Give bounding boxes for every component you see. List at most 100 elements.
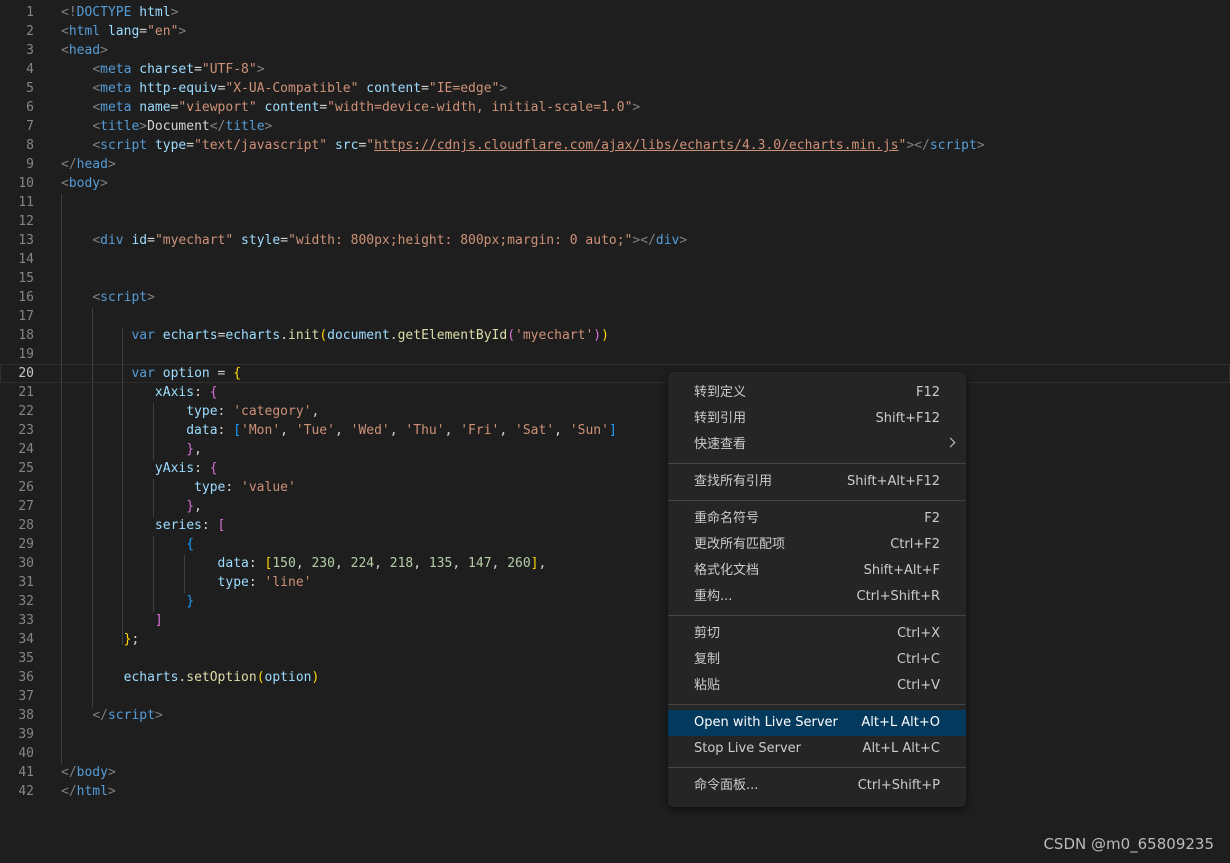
code-line[interactable]: 4 <meta charset="UTF-8"> [0,60,1230,79]
code-line[interactable]: 40 [0,744,1230,763]
code-line[interactable]: 1 <!DOCTYPE html> [0,3,1230,22]
code-line[interactable]: 33 ] [0,611,1230,630]
menu-item[interactable]: 剪切 Ctrl+X [668,621,966,647]
code-line[interactable]: 14 [0,250,1230,269]
code-line[interactable]: 7 <title>Document</title> [0,117,1230,136]
code-token: : [217,404,234,419]
code-token: 'value' [241,480,296,495]
code-line[interactable]: 25 yAxis: { [0,459,1230,478]
code-line[interactable]: 29 { [0,535,1230,554]
menu-item[interactable]: Stop Live Server Alt+L Alt+C [668,736,966,762]
line-number: 40 [18,746,34,761]
code-line[interactable]: 26 type: 'value' [0,478,1230,497]
code-token: ) [593,328,602,343]
code-token: html [68,24,101,39]
code-token: Document [147,119,210,134]
menu-item[interactable]: Open with Live Server Alt+L Alt+O [668,710,966,736]
line-number: 2 [26,24,34,39]
menu-item[interactable]: 转到定义 F12 [668,380,966,406]
script-src-link[interactable]: https://cdnjs.cloudflare.com/ajax/libs/e… [374,138,898,153]
code-line[interactable]: 39 [0,725,1230,744]
code-line[interactable]: 21 xAxis: { [0,383,1230,402]
menu-item-shortcut: Alt+L Alt+O [861,715,940,730]
menu-separator [668,463,966,464]
menu-item-label: 剪切 [694,626,721,641]
code-line[interactable]: 9 </head> [0,155,1230,174]
code-line[interactable]: 18 var echarts=echarts.init(document.get… [0,326,1230,345]
code-token: , [374,556,390,571]
code-line[interactable]: 2 <html lang="en"> [0,22,1230,41]
code-editor[interactable]: 1 <!DOCTYPE html> 2 <html lang="en"> 3 <head>… [0,0,1230,863]
line-number: 15 [18,271,34,286]
chevron-right-icon [945,437,956,448]
line-number: 34 [18,632,34,647]
code-line[interactable]: 5 <meta http-equiv = "X-UA-Compatible" con… [0,79,1230,98]
menu-item[interactable]: 快速查看 [668,432,966,458]
code-token: { [209,461,218,476]
menu-item-label: Stop Live Server [694,741,801,756]
code-line[interactable]: 10 <body> [0,174,1230,193]
code-line[interactable]: 8 <script type="text/javascript" src="ht… [0,136,1230,155]
menu-item[interactable]: 格式化文档 Shift+Alt+F [668,558,966,584]
code-token: , [491,556,508,571]
code-line[interactable]: 24 }, [0,440,1230,459]
code-token: ( [507,328,516,343]
code-line[interactable]: 17 [0,307,1230,326]
code-token: ] [154,613,163,628]
code-text: </body> [61,763,116,782]
code-line[interactable]: 30 data: [150, 230, 224, 218, 135, 147, … [0,554,1230,573]
code-token: div [655,233,680,248]
code-line[interactable]: 32 } [0,592,1230,611]
code-line[interactable]: 11 [0,193,1230,212]
code-token: html [76,784,108,799]
code-line[interactable]: 15 [0,269,1230,288]
code-line[interactable]: 27 }, [0,497,1230,516]
menu-item[interactable]: 重命名符号 F2 [668,506,966,532]
menu-item[interactable]: 复制 Ctrl+C [668,647,966,673]
line-number: 6 [26,100,34,115]
line-number: 19 [18,347,34,362]
code-token: , [295,556,312,571]
code-token: : [194,385,210,400]
code-line[interactable]: 20 var option = { [0,364,1230,383]
menu-item[interactable]: 命令面板... Ctrl+Shift+P [668,773,966,799]
menu-item-shortcut: F2 [924,511,940,526]
code-token: type [194,480,226,495]
code-line[interactable]: 37 [0,687,1230,706]
code-line[interactable]: 3 <head> [0,41,1230,60]
code-token: </ [61,784,77,799]
code-text: <meta http-equiv = "X-UA-Compatible" conte… [61,79,507,98]
line-number: 38 [18,708,34,723]
code-line[interactable]: 12 [0,212,1230,231]
code-line[interactable]: 36 echarts.setOption(option) [0,668,1230,687]
code-token: [ [217,518,226,533]
menu-item[interactable]: 转到引用 Shift+F12 [668,406,966,432]
menu-item[interactable]: 更改所有匹配项 Ctrl+F2 [668,532,966,558]
menu-item[interactable]: 查找所有引用 Shift+Alt+F12 [668,469,966,495]
code-token: " [366,138,375,153]
menu-item[interactable]: 重构... Ctrl+Shift+R [668,584,966,610]
code-line[interactable]: 38 </script> [0,706,1230,725]
code-line[interactable]: 34 }; [0,630,1230,649]
code-line[interactable]: 31 type: 'line' [0,573,1230,592]
code-token: : [194,461,210,476]
code-line[interactable]: 42 </html> [0,782,1230,801]
code-line[interactable]: 41 </body> [0,763,1230,782]
code-line[interactable]: 35 [0,649,1230,668]
code-line[interactable]: 13 <div id="myechart" style="width: 800p… [0,231,1230,250]
code-token: : [225,480,242,495]
menu-item[interactable]: 粘贴 Ctrl+V [668,673,966,699]
code-line[interactable]: 19 [0,345,1230,364]
code-line[interactable]: 6 <meta name="viewport" content="width=d… [0,98,1230,117]
menu-separator [668,500,966,501]
code-line[interactable]: 28 series: [ [0,516,1230,535]
code-line[interactable]: 16 <script> [0,288,1230,307]
code-line[interactable]: 23 data: ['Mon', 'Tue', 'Wed', 'Thu', 'F… [0,421,1230,440]
code-line[interactable]: 22 type: 'category', [0,402,1230,421]
